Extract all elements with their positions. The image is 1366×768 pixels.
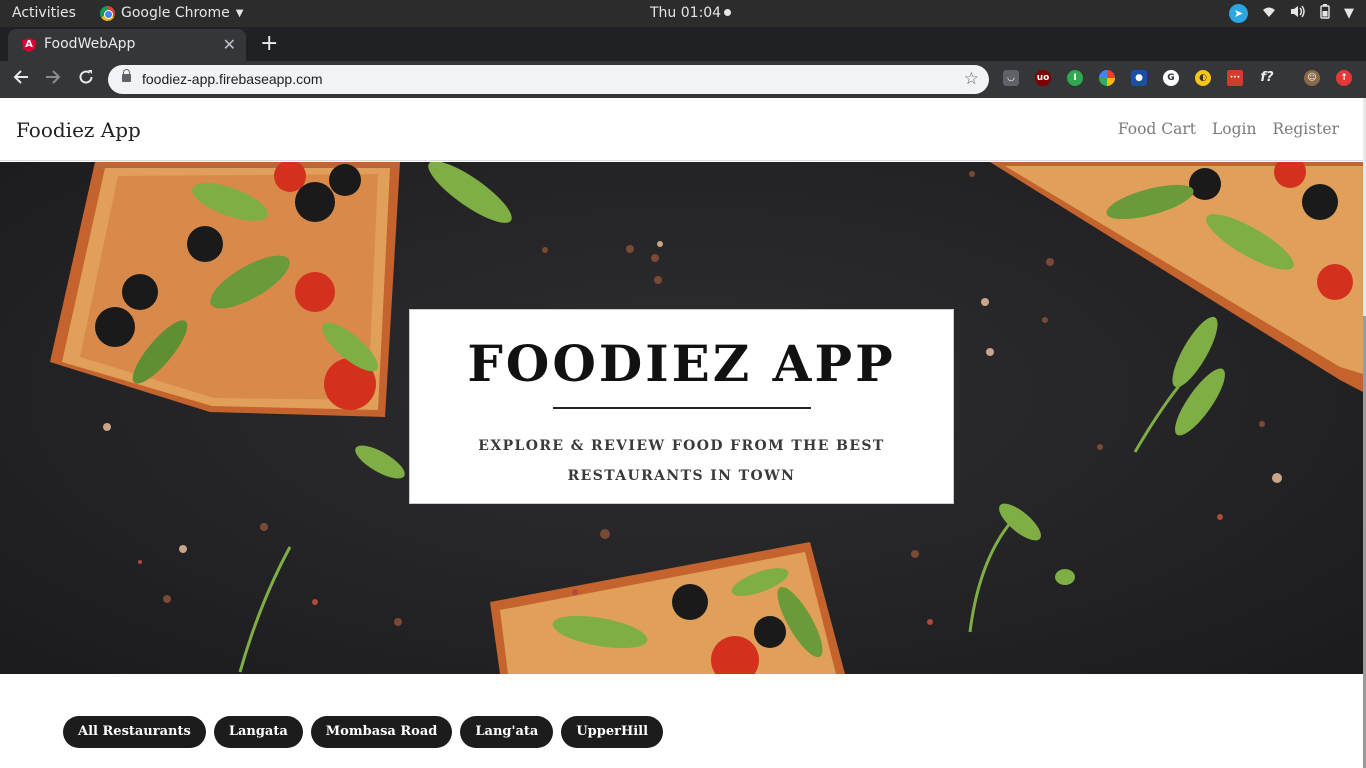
system-tray[interactable]: ➤ ▼	[1229, 4, 1354, 23]
telegram-icon[interactable]: ➤	[1229, 4, 1248, 23]
clock[interactable]: Thu 01:04	[650, 5, 732, 21]
location-filters: All Restaurants Langata Mombasa Road Lan…	[63, 716, 664, 748]
clock-label: Thu 01:04	[650, 5, 722, 21]
system-menu-chevron-icon: ▼	[1344, 6, 1354, 21]
ublock-icon[interactable]: uo	[1035, 70, 1051, 86]
extension-red-icon[interactable]: ···	[1227, 70, 1243, 86]
tab-title: FoodWebApp	[44, 36, 136, 52]
back-arrow-icon[interactable]	[13, 69, 29, 90]
pocket-icon[interactable]: ◡	[1003, 70, 1019, 86]
profile-avatar[interactable]: ☺	[1304, 70, 1320, 86]
url-text[interactable]: foodiez-app.firebaseapp.com	[142, 71, 323, 87]
hero-banner: FOODIEZ APP EXPLORE & REVIEW FOOD FROM T…	[0, 162, 1363, 674]
site-navbar: Foodiez App Food Cart Login Register	[0, 98, 1363, 161]
extension-blue-icon[interactable]: ●	[1131, 70, 1147, 86]
web-page: Foodiez App Food Cart Login Register FOO…	[0, 98, 1363, 768]
nav-links: Food Cart Login Register	[1118, 120, 1339, 138]
update-icon[interactable]: ↑	[1336, 70, 1352, 86]
angular-favicon-icon: A	[22, 38, 36, 52]
filter-upperhill[interactable]: UpperHill	[561, 716, 664, 748]
reload-icon[interactable]	[78, 69, 94, 90]
filter-langata[interactable]: Langata	[213, 716, 303, 748]
hero-divider	[552, 407, 811, 409]
bookmark-star-icon[interactable]: ☆	[964, 69, 979, 89]
hero-tagline: EXPLORE & REVIEW FOOD FROM THE BEST REST…	[478, 438, 885, 484]
hero-card: FOODIEZ APP EXPLORE & REVIEW FOOD FROM T…	[409, 309, 954, 504]
battery-icon	[1320, 4, 1330, 23]
os-top-bar: Activities Google Chrome ▼ Thu 01:04 ➤ ▼	[0, 0, 1366, 27]
forward-arrow-icon[interactable]	[45, 69, 61, 90]
activities-button[interactable]: Activities	[12, 5, 76, 21]
notification-dot-icon	[724, 9, 732, 16]
hero-title: FOODIEZ APP	[467, 334, 896, 393]
tab-foodwebapp[interactable]: A FoodWebApp ✕	[8, 29, 246, 61]
app-menu-label: Google Chrome	[121, 5, 230, 21]
app-menu[interactable]: Google Chrome ▼	[100, 5, 243, 21]
extension-green-icon[interactable]: I	[1067, 70, 1083, 86]
extension-yellow-icon[interactable]: ◐	[1195, 70, 1211, 86]
filter-lang-ata[interactable]: Lang'ata	[460, 716, 554, 748]
address-bar[interactable]: foodiez-app.firebaseapp.com ☆	[108, 65, 989, 94]
chevron-down-icon: ▼	[235, 7, 244, 19]
nav-link-register[interactable]: Register	[1273, 120, 1340, 138]
chrome-icon	[100, 5, 115, 21]
tab-strip: A FoodWebApp ✕	[0, 27, 1366, 61]
font-finder-icon[interactable]: f?	[1259, 70, 1275, 86]
wifi-icon	[1262, 6, 1276, 22]
nav-link-food-cart[interactable]: Food Cart	[1118, 120, 1196, 138]
extension-g-icon[interactable]: G	[1163, 70, 1179, 86]
new-tab-button[interactable]: +	[260, 30, 278, 58]
site-brand[interactable]: Foodiez App	[16, 118, 141, 142]
extension-pinwheel-icon[interactable]	[1099, 70, 1115, 86]
volume-icon	[1290, 5, 1306, 22]
nav-link-login[interactable]: Login	[1212, 120, 1257, 138]
filter-all-restaurants[interactable]: All Restaurants	[63, 716, 206, 748]
close-tab-icon[interactable]: ✕	[223, 35, 236, 54]
filter-mombasa-road[interactable]: Mombasa Road	[310, 716, 453, 748]
lock-icon[interactable]	[122, 69, 131, 82]
browser-toolbar: foodiez-app.firebaseapp.com ☆	[0, 61, 1366, 98]
